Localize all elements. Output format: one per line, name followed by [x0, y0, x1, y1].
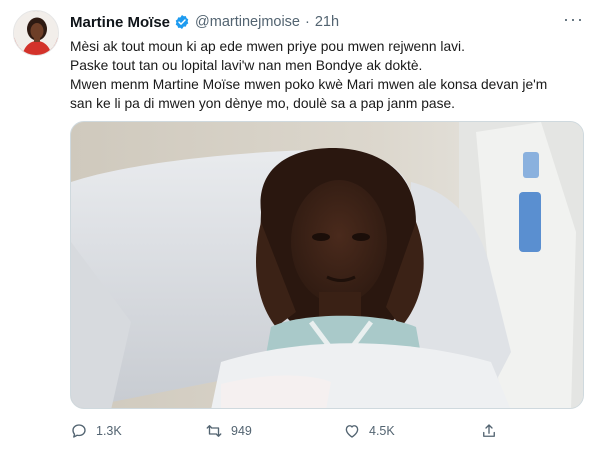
reply-count: 1.3K [96, 424, 122, 438]
avatar[interactable] [13, 10, 59, 56]
retweet-button[interactable]: 949 [205, 420, 252, 442]
tweet-timestamp[interactable]: 21h [315, 14, 339, 30]
tweet-card[interactable]: Martine Moïse @martinejmoise · 21h ··· M… [0, 0, 600, 450]
tweet-actions: 1.3K 949 4.5K [70, 420, 510, 442]
reply-button[interactable]: 1.3K [70, 420, 122, 442]
share-icon [483, 424, 495, 437]
tweet-text: Mèsi ak tout moun ki ap ede mwen priye p… [70, 37, 590, 113]
tweet-photo[interactable] [70, 121, 584, 409]
reply-icon [72, 424, 86, 438]
tweet-text-line: Mèsi ak tout moun ki ap ede mwen priye p… [70, 39, 465, 54]
verified-badge-icon [174, 14, 190, 30]
author-handle[interactable]: @martinejmoise [195, 14, 300, 30]
more-icon[interactable]: ··· [563, 9, 584, 30]
like-count: 4.5K [369, 424, 395, 438]
like-icon [345, 425, 359, 438]
separator-dot: · [305, 14, 310, 30]
tweet-text-line: Mwen menm Martine Moïse mwen poko kwè Ma… [70, 77, 548, 92]
like-button[interactable]: 4.5K [343, 420, 395, 442]
author-name[interactable]: Martine Moïse [70, 14, 170, 31]
share-button[interactable] [480, 420, 506, 442]
tweet-header: Martine Moïse @martinejmoise · 21h ··· [70, 9, 586, 33]
retweet-icon [206, 425, 222, 437]
tweet-text-line: Paske tout tan ou lopital lavi'w nan men… [70, 58, 423, 73]
retweet-count: 949 [231, 424, 252, 438]
tweet-text-line: san ke li pa di mwen yon dènye mo, doulè… [70, 96, 456, 111]
